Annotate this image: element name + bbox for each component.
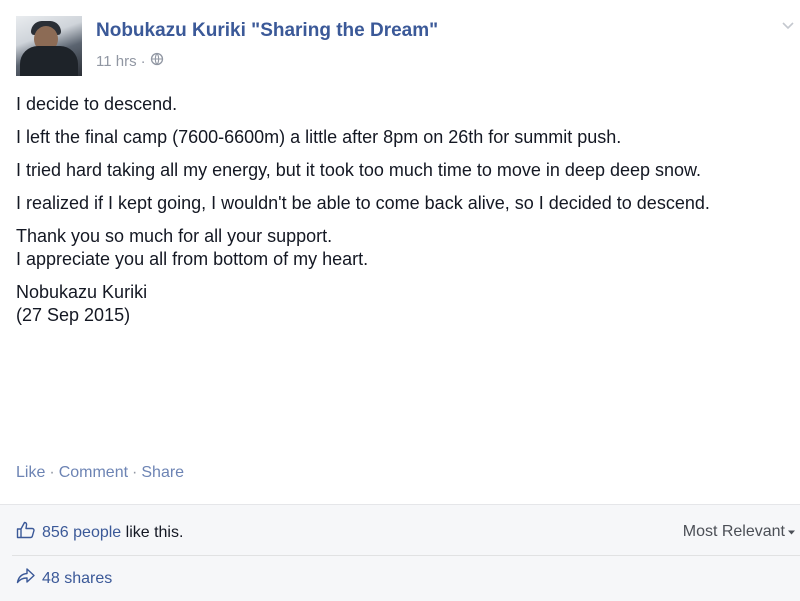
- thumbs-up-icon: [16, 521, 36, 544]
- like-link[interactable]: Like: [16, 464, 45, 481]
- action-separator: ·: [49, 464, 55, 481]
- likes-suffix: like this.: [121, 523, 184, 541]
- likes-summary: 856 people like this.: [16, 521, 183, 544]
- caret-down-icon: [787, 523, 796, 541]
- shares-count: 48 shares: [42, 569, 113, 587]
- post-signature: Nobukazu Kuriki: [16, 282, 148, 302]
- comment-link[interactable]: Comment: [59, 464, 128, 481]
- post-meta: 11 hrs ·: [96, 52, 164, 70]
- likes-count-link[interactable]: 856 people: [42, 524, 121, 541]
- divider: [12, 555, 800, 556]
- globe-icon: [150, 52, 164, 70]
- page-name-link[interactable]: Nobukazu Kuriki "Sharing the Dream": [96, 20, 438, 42]
- sort-label: Most Relevant: [682, 523, 785, 540]
- action-separator: ·: [132, 464, 138, 481]
- post-paragraph: I realized if I kept going, I wouldn't b…: [16, 193, 710, 213]
- avatar-body: [20, 46, 78, 76]
- share-link[interactable]: Share: [141, 464, 184, 481]
- post-paragraph: I decide to descend.: [16, 94, 178, 114]
- post-timestamp[interactable]: 11 hrs: [96, 53, 137, 70]
- post-paragraph: I appreciate you all from bottom of my h…: [16, 249, 369, 269]
- post-paragraph: I left the final camp (7600-6600m) a lit…: [16, 127, 622, 147]
- post-paragraph: Thank you so much for all your support.: [16, 226, 333, 246]
- sort-dropdown[interactable]: Most Relevant: [683, 523, 796, 541]
- shares-summary[interactable]: 48 shares: [16, 567, 112, 590]
- post-body: I decide to descend. I left the final ca…: [16, 93, 798, 337]
- post-actions: Like · Comment · Share: [16, 464, 184, 482]
- chevron-down-icon[interactable]: [780, 18, 796, 34]
- post-paragraph: I tried hard taking all my energy, but i…: [16, 160, 702, 180]
- feedback-panel: 856 people like this. Most Relevant 48 s…: [0, 504, 800, 601]
- meta-separator: ·: [140, 52, 146, 70]
- share-arrow-icon: [16, 567, 36, 590]
- page-avatar[interactable]: [16, 16, 82, 76]
- post-date: (27 Sep 2015): [16, 305, 131, 325]
